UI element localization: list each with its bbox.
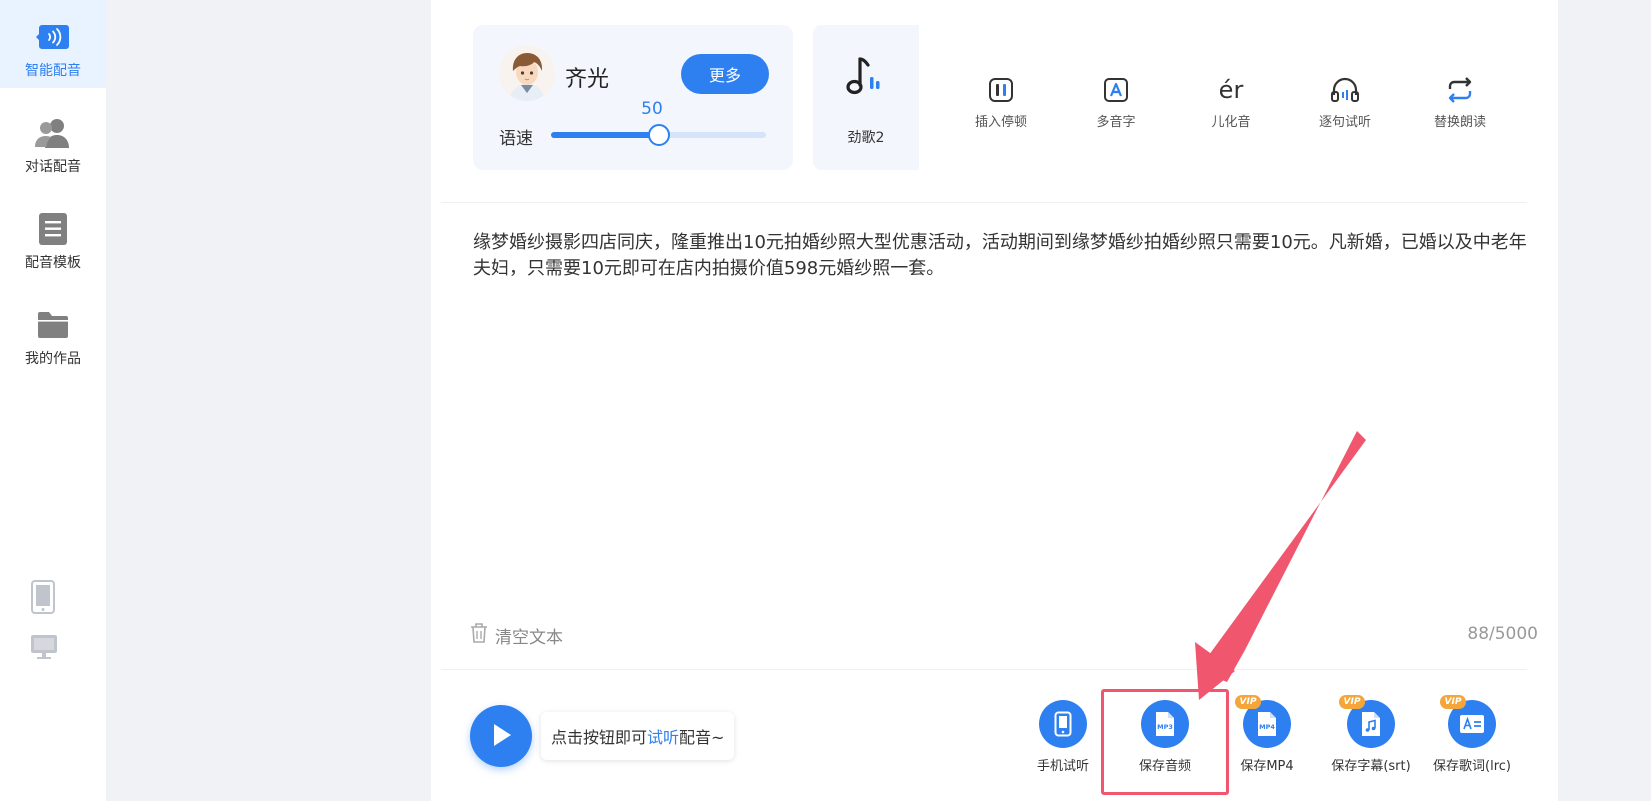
speed-slider[interactable] [551,124,766,146]
divider [441,669,1527,670]
polyphone-a-icon [1103,75,1129,105]
clear-text-button[interactable]: 清空文本 [469,622,563,648]
sidebar-item-label: 智能配音 [25,63,81,79]
sidebar-item-label: 我的作品 [25,351,81,367]
replace-loop-icon [1444,75,1476,105]
lyrics-a-icon: VIP [1440,695,1496,748]
template-doc-icon [39,212,67,246]
replace-reading-tool[interactable]: 替换朗读 [1415,75,1505,130]
play-hint-text: 配音~ [679,728,725,747]
smart-dubbing-icon [36,20,70,54]
play-preview-button[interactable] [470,705,532,767]
tool-label: 逐句试听 [1318,115,1371,130]
headphones-icon [1330,75,1360,105]
tool-label: 插入停顿 [974,115,1027,130]
speed-value: 50 [641,99,663,119]
sidebar-item-label: 配音模板 [25,255,81,271]
save-mp4-button[interactable]: VIP MP4 保存MP4 [1212,695,1322,774]
pause-insert-icon [988,75,1014,105]
polyphone-tool[interactable]: 多音字 [1071,75,1161,130]
speed-label: 语速 [499,129,533,149]
divider [441,202,1527,203]
vip-badge: VIP [1235,695,1261,709]
sidebar-item-my-works[interactable]: 我的作品 [0,288,106,376]
svg-text:MP4: MP4 [1259,723,1275,731]
sidebar-item-smart-dubbing[interactable]: 智能配音 [0,0,106,88]
preview-link[interactable]: 试听 [647,724,679,748]
action-label: 保存字幕(srt) [1331,759,1411,774]
vip-badge: VIP [1339,695,1365,709]
svg-text:MP3: MP3 [1157,723,1173,731]
subtitle-music-icon: VIP [1339,695,1395,748]
sentence-preview-tool[interactable]: 逐句试听 [1300,75,1390,130]
sidebar: 智能配音 对话配音 配音模板 我的作品 [0,0,106,801]
mp3-file-icon: MP3 [1141,700,1189,748]
speed-slider-fill [551,132,659,138]
music-note-icon [846,55,886,103]
action-label: 保存音频 [1138,759,1191,774]
sidebar-item-label: 对话配音 [25,159,81,175]
play-hint-text: 点击按钮即可 [551,728,648,747]
play-icon [489,722,513,751]
sidebar-item-dubbing-template[interactable]: 配音模板 [0,192,106,280]
er-pinyin-icon: ér [1218,76,1244,104]
save-audio-button[interactable]: MP3 保存音频 [1110,700,1220,774]
action-label: 手机试听 [1036,759,1089,774]
tool-label: 儿化音 [1211,115,1251,130]
phone-preview-icon [1039,700,1087,748]
insert-pause-tool[interactable]: 插入停顿 [956,75,1046,130]
folder-icon [38,308,68,342]
vip-badge: VIP [1440,695,1466,709]
clear-text-label: 清空文本 [495,627,563,648]
phone-preview-button[interactable]: 手机试听 [1008,700,1118,774]
desktop-device-icon[interactable] [30,634,58,664]
voice-card: 齐光 更多 语速 50 [473,25,793,170]
trash-icon [469,622,489,648]
main-panel: 齐光 更多 语速 50 劲歌2 插入停顿 多音字 ér 儿化音 逐句试听 替换朗… [431,0,1558,801]
play-hint: 点击按钮即可 试听 配音~ [541,712,735,760]
voice-name: 齐光 [565,67,610,92]
avatar[interactable] [499,45,555,101]
dialogue-users-icon [35,116,71,150]
action-label: 保存歌词(lrc) [1433,759,1511,774]
tool-label: 替换朗读 [1433,115,1486,130]
speed-slider-handle[interactable] [647,124,670,146]
action-label: 保存MP4 [1240,759,1294,774]
sidebar-item-dialogue-dubbing[interactable]: 对话配音 [0,96,106,184]
erhua-tool[interactable]: ér 儿化音 [1186,75,1276,130]
background-music-label: 劲歌2 [847,130,885,146]
more-voices-button[interactable]: 更多 [681,54,769,94]
script-text-editor[interactable]: 缘梦婚纱摄影四店同庆，隆重推出10元拍婚纱照大型优惠活动，活动期间到缘梦婚纱拍婚… [473,230,1533,282]
save-lyrics-button[interactable]: VIP 保存歌词(lrc) [1417,695,1527,774]
save-subtitle-button[interactable]: VIP 保存字幕(srt) [1316,695,1426,774]
character-count: 88/5000 [1467,624,1538,644]
background-music-card[interactable]: 劲歌2 [813,25,919,170]
tool-label: 多音字 [1096,115,1136,130]
mp4-file-icon: VIP MP4 [1235,695,1291,748]
mobile-device-icon[interactable] [30,580,56,618]
